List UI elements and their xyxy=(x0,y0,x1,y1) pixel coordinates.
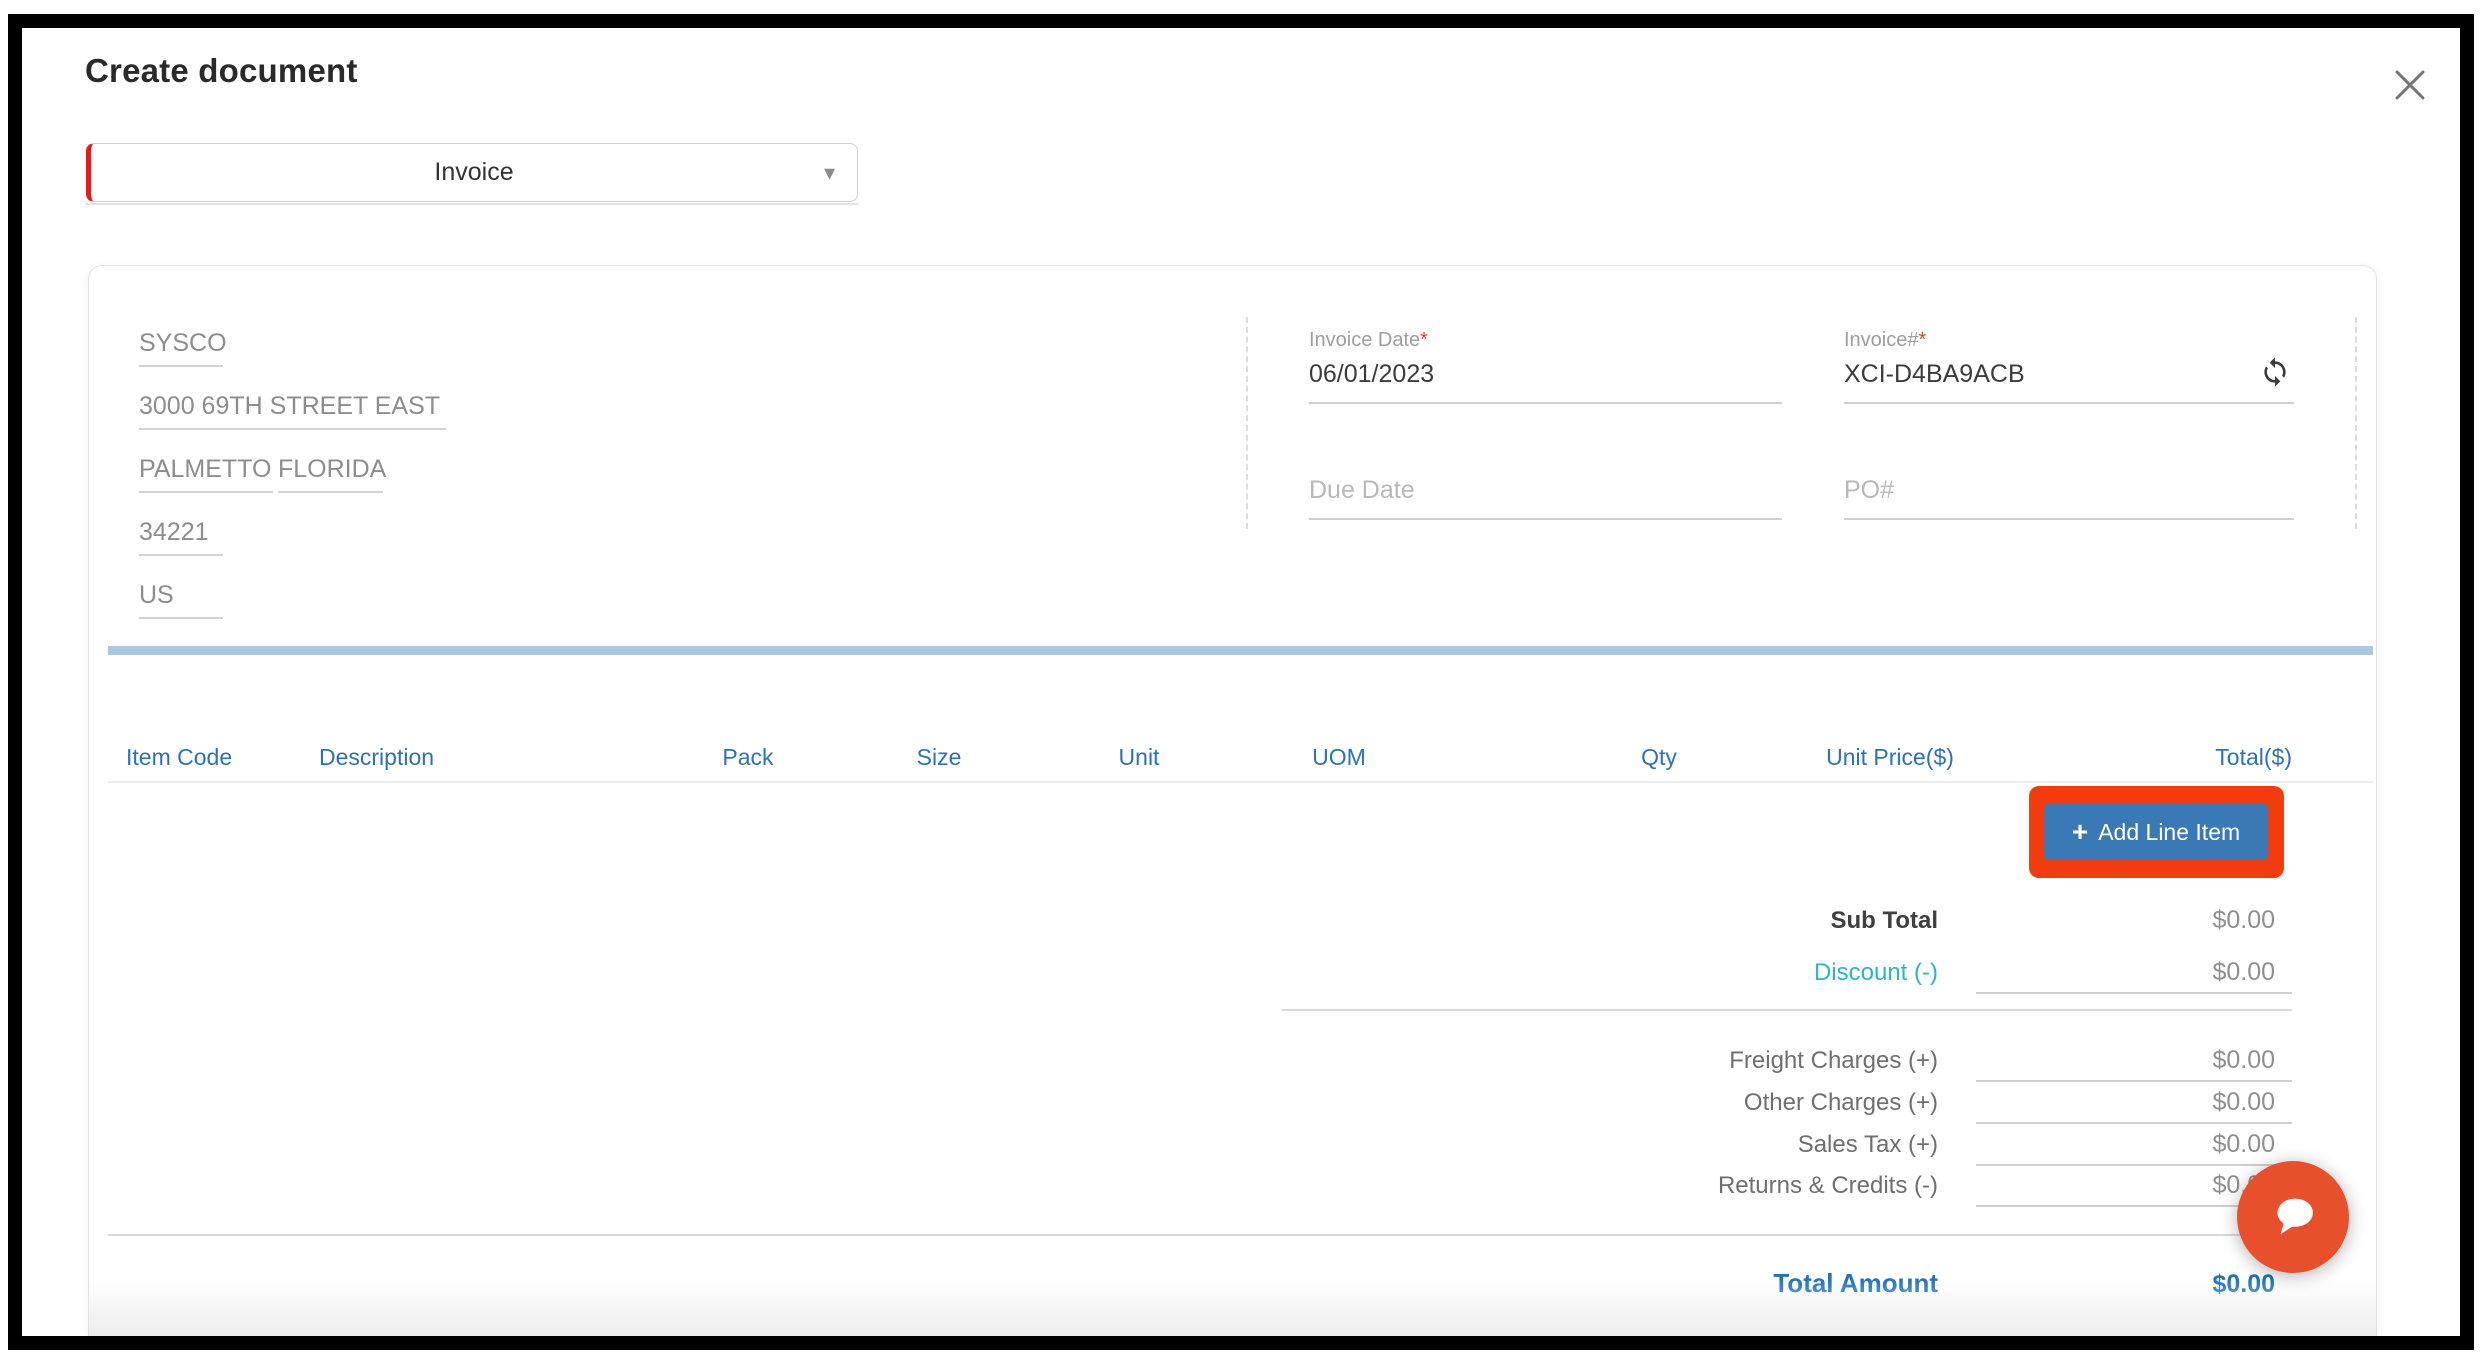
select-underline xyxy=(86,203,858,205)
window-frame: Create document Invoice ▾ SYSCO 3000 69T… xyxy=(8,14,2474,1350)
company-field[interactable]: SYSCO xyxy=(139,329,223,367)
column-header-total: Total($) xyxy=(2215,744,2292,771)
due-date-input[interactable]: Due Date xyxy=(1309,476,1782,520)
vertical-dashed-divider xyxy=(2355,317,2357,529)
column-header-unit-price: Unit Price($) xyxy=(1826,744,1954,771)
total-amount-value: $0.00 xyxy=(1976,1270,2292,1304)
meta-row-1: Invoice Date* 06/01/2023 Invoice#* XCI-D… xyxy=(1309,329,2294,404)
po-number-group: PO# xyxy=(1844,476,2294,520)
invoice-meta: Invoice Date* 06/01/2023 Invoice#* XCI-D… xyxy=(1309,329,2294,520)
screenshot-stage: Create document Invoice ▾ SYSCO 3000 69T… xyxy=(0,0,2486,1362)
invoice-date-input[interactable]: 06/01/2023 xyxy=(1309,360,1782,404)
column-header-item-code: Item Code xyxy=(126,744,232,771)
chat-launcher-button[interactable] xyxy=(2237,1161,2349,1273)
total-amount-label: Total Amount xyxy=(1773,1268,1938,1299)
po-number-input[interactable]: PO# xyxy=(1844,476,2294,520)
city-state-row: PALMETTO FLORIDA xyxy=(139,455,446,518)
column-header-uom: UOM xyxy=(1312,744,1366,771)
sales-tax-input[interactable]: $0.00 xyxy=(1976,1130,2292,1166)
sales-tax-row: Sales Tax (+) $0.00 xyxy=(1798,1130,2292,1166)
discount-link[interactable]: Discount (-) xyxy=(1814,959,1938,987)
column-header-size: Size xyxy=(917,744,962,771)
total-amount-divider xyxy=(108,1234,2292,1236)
meta-row-2: Due Date PO# xyxy=(1309,476,2294,520)
sub-total-value: $0.00 xyxy=(1976,906,2292,940)
zip-field[interactable]: 34221 xyxy=(139,518,223,556)
column-header-pack: Pack xyxy=(722,744,773,771)
other-charges-label: Other Charges (+) xyxy=(1744,1089,1938,1117)
add-line-item-label: Add Line Item xyxy=(2098,819,2240,846)
returns-credits-row: Returns & Credits (-) $0.00 xyxy=(1718,1171,2292,1207)
table-header-divider xyxy=(108,781,2373,783)
invoice-number-input[interactable]: XCI-D4BA9ACB xyxy=(1844,360,2025,388)
discount-row: Discount (-) $0.00 xyxy=(1814,958,2292,994)
invoice-number-group: Invoice#* XCI-D4BA9ACB xyxy=(1844,329,2294,404)
other-charges-input[interactable]: $0.00 xyxy=(1976,1088,2292,1124)
column-header-unit: Unit xyxy=(1119,744,1160,771)
required-asterisk: * xyxy=(1420,329,1428,351)
chevron-down-icon: ▾ xyxy=(824,162,835,184)
modal-create-document: Create document Invoice ▾ SYSCO 3000 69T… xyxy=(22,28,2460,1336)
invoice-date-group: Invoice Date* 06/01/2023 xyxy=(1309,329,1782,404)
close-icon xyxy=(2392,91,2428,106)
discount-input[interactable]: $0.00 xyxy=(1976,958,2292,994)
invoice-date-label: Invoice Date* xyxy=(1309,329,1782,352)
returns-credits-label: Returns & Credits (-) xyxy=(1718,1172,1938,1200)
bill-from-block: SYSCO 3000 69TH STREET EAST PALMETTO FLO… xyxy=(139,329,446,644)
page-title: Create document xyxy=(85,52,358,90)
column-header-qty: Qty xyxy=(1641,744,1677,771)
chat-bubble-icon xyxy=(2264,1187,2322,1248)
add-line-item-button[interactable]: + Add Line Item xyxy=(2044,804,2268,860)
sub-total-row: Sub Total $0.00 xyxy=(1830,906,2292,940)
due-date-group: Due Date xyxy=(1309,476,1782,520)
required-asterisk: * xyxy=(1919,329,1927,351)
freight-charges-label: Freight Charges (+) xyxy=(1729,1047,1938,1075)
plus-icon: + xyxy=(2072,818,2088,846)
state-field[interactable]: FLORIDA xyxy=(278,455,383,493)
street-field[interactable]: 3000 69TH STREET EAST xyxy=(139,392,446,430)
loop-arrows-icon xyxy=(2259,376,2291,391)
freight-charges-row: Freight Charges (+) $0.00 xyxy=(1729,1046,2292,1082)
section-divider-bar xyxy=(108,646,2373,655)
sales-tax-label: Sales Tax (+) xyxy=(1798,1131,1938,1159)
total-amount-row: Total Amount $0.00 xyxy=(1773,1268,2292,1304)
country-field[interactable]: US xyxy=(139,581,223,619)
line-items-header: Item Code Description Pack Size Unit UOM… xyxy=(89,744,2376,774)
vertical-dashed-divider xyxy=(1246,317,1248,529)
other-charges-row: Other Charges (+) $0.00 xyxy=(1744,1088,2292,1124)
regenerate-invoice-number-button[interactable] xyxy=(2258,356,2292,390)
sub-total-label: Sub Total xyxy=(1830,907,1938,935)
close-button[interactable] xyxy=(2390,66,2430,106)
add-line-item-highlight-ring: + Add Line Item xyxy=(2029,786,2284,878)
freight-charges-input[interactable]: $0.00 xyxy=(1976,1046,2292,1082)
document-type-select[interactable]: Invoice ▾ xyxy=(86,143,858,202)
invoice-number-input-wrap: XCI-D4BA9ACB xyxy=(1844,360,2294,404)
document-type-value: Invoice xyxy=(434,158,513,187)
totals-divider xyxy=(1282,1009,2292,1011)
invoice-card: SYSCO 3000 69TH STREET EAST PALMETTO FLO… xyxy=(88,265,2377,1336)
column-header-description: Description xyxy=(319,744,434,771)
city-field[interactable]: PALMETTO xyxy=(139,455,273,493)
invoice-number-label: Invoice#* xyxy=(1844,329,2294,352)
